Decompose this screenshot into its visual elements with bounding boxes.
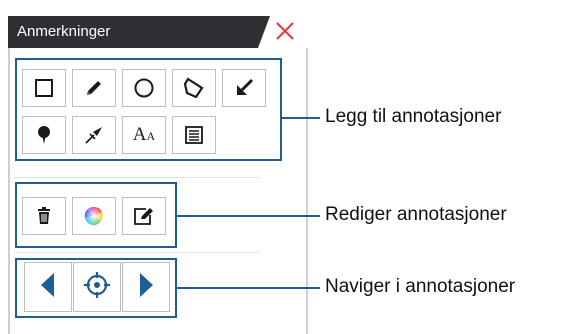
circle-tool[interactable]	[122, 69, 166, 107]
callout-line-navigate	[177, 287, 320, 289]
previous-button[interactable]	[24, 262, 72, 312]
navigate-annotations-label: Naviger i annotasjoner	[325, 276, 516, 297]
text-icon: AA	[132, 123, 156, 145]
divider	[14, 252, 260, 253]
edit-tool[interactable]	[122, 197, 166, 235]
triangle-left-icon	[38, 271, 58, 304]
panel-title: Anmerkninger	[17, 23, 111, 40]
callout-line-add	[282, 117, 320, 119]
close-icon[interactable]	[273, 19, 297, 43]
note-tool[interactable]	[172, 116, 216, 154]
divider	[14, 177, 260, 178]
color-wheel-icon	[84, 206, 104, 226]
color-tool[interactable]	[72, 197, 116, 235]
rectangle-tool[interactable]	[22, 69, 66, 107]
pencil-tool[interactable]	[72, 69, 116, 107]
arrow-tool[interactable]	[222, 69, 266, 107]
next-button[interactable]	[122, 262, 170, 312]
edit-icon	[132, 205, 156, 227]
callout-line-edit	[177, 215, 320, 217]
delete-tool[interactable]	[22, 197, 66, 235]
add-annotations-label: Legg til annotasjoner	[325, 106, 502, 127]
measure-tool[interactable]	[72, 116, 116, 154]
pin-tool[interactable]	[22, 116, 66, 154]
edit-annotations-label: Rediger annotasjoner	[325, 204, 507, 225]
locate-button[interactable]	[73, 262, 121, 312]
polygon-icon	[182, 76, 206, 100]
pin-icon	[33, 124, 55, 146]
circle-icon	[133, 77, 155, 99]
triangle-right-icon	[136, 271, 156, 304]
crosshair-icon	[82, 270, 112, 305]
trash-icon	[35, 206, 53, 226]
polygon-tool[interactable]	[172, 69, 216, 107]
rectangle-icon	[34, 78, 54, 98]
arrow-icon	[233, 77, 255, 99]
text-tool[interactable]: AA	[122, 116, 166, 154]
measure-icon	[82, 123, 106, 147]
note-icon	[183, 124, 205, 146]
pencil-icon	[83, 77, 105, 99]
